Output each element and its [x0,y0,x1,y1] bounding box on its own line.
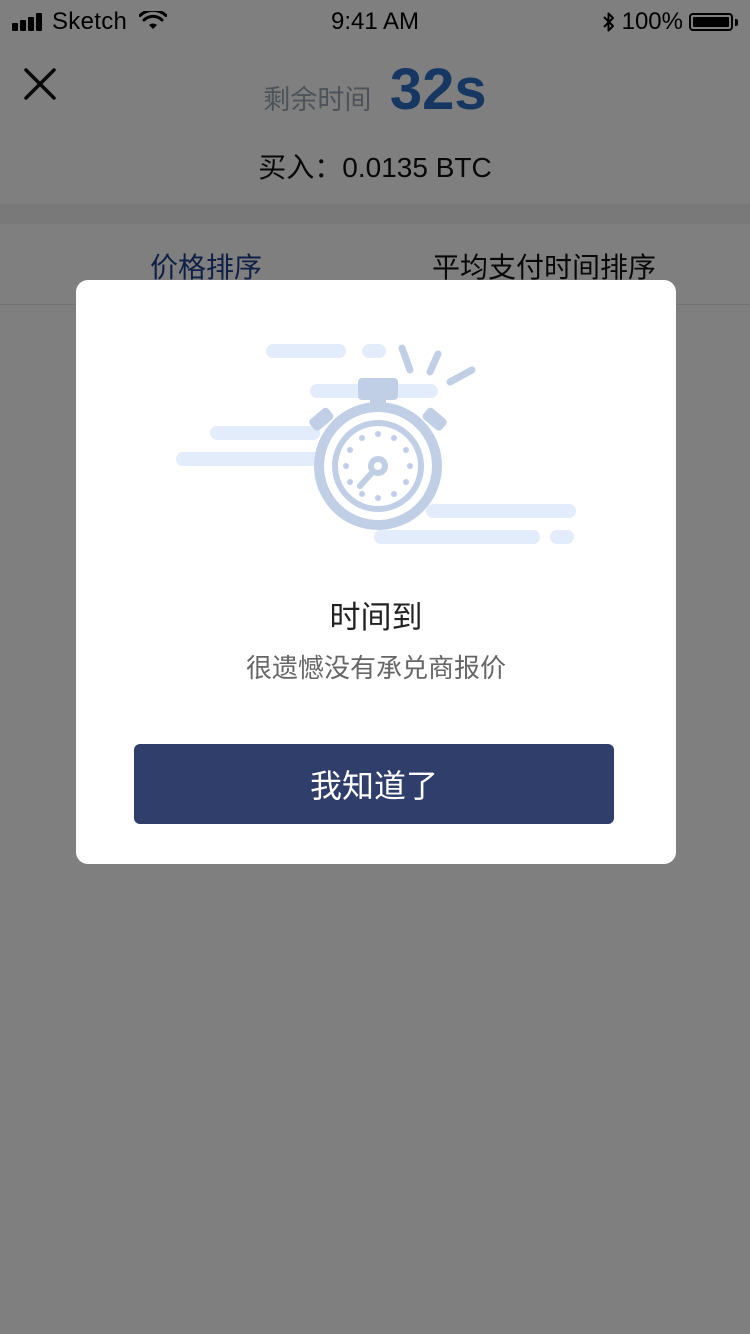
screen: Sketch 9:41 AM 100% 剩余时间 32s 买入：0.0135 [0,0,750,1334]
stopwatch-icon [176,344,576,544]
timeout-dialog: 时间到 很遗憾没有承兑商报价 我知道了 [76,280,676,864]
modal-overlay[interactable]: 时间到 很遗憾没有承兑商报价 我知道了 [0,0,750,1334]
dialog-message: 很遗憾没有承兑商报价 [245,653,506,683]
got-it-button[interactable]: 我知道了 [134,744,614,824]
dialog-title: 时间到 [329,600,423,635]
